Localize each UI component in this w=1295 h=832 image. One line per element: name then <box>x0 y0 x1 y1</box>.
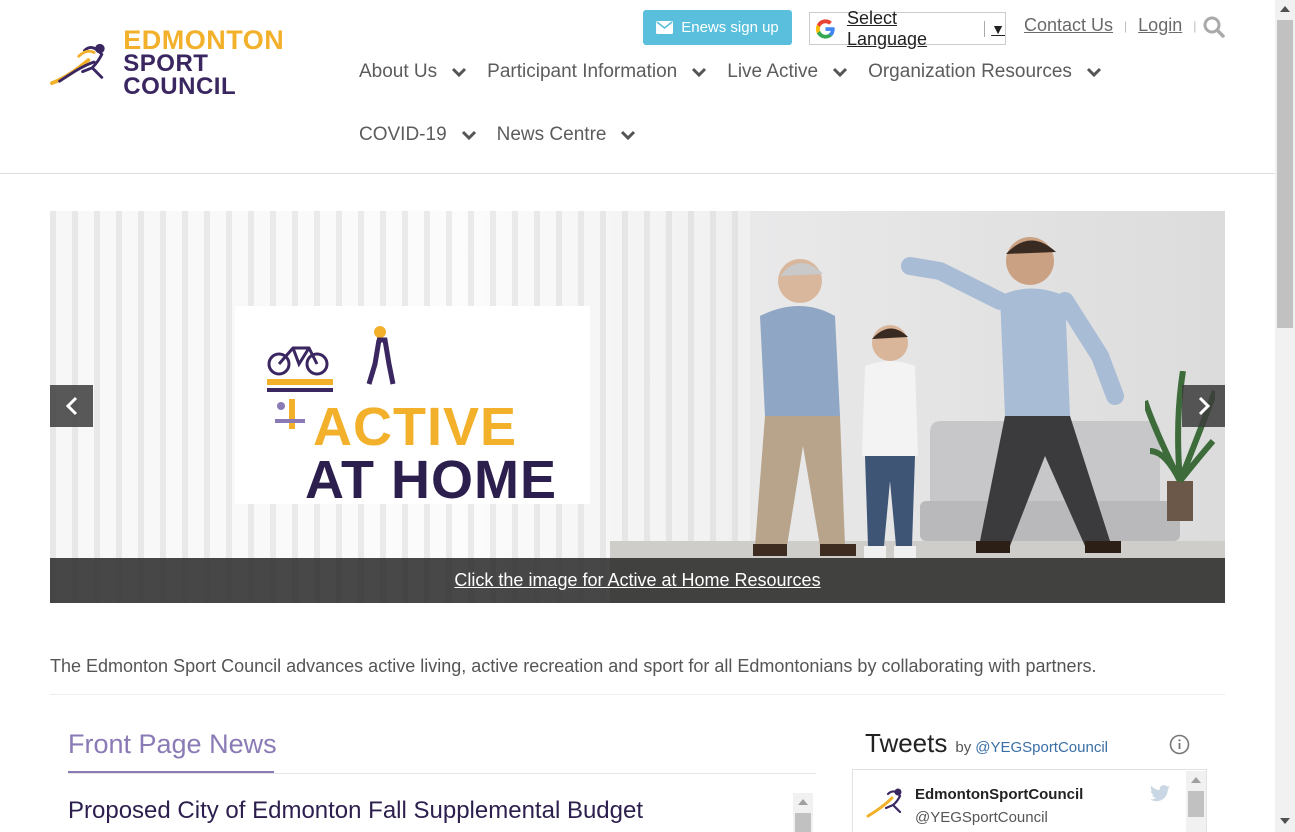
logo-line-edmonton: EDMONTON <box>123 24 285 55</box>
login-link[interactable]: Login <box>1138 15 1182 36</box>
tweet-scrollbar[interactable] <box>1186 771 1206 832</box>
main-nav-row-2: COVID-19 News Centre <box>359 124 656 146</box>
scroll-up-icon[interactable] <box>798 799 808 805</box>
tweets-title: Tweets <box>865 728 948 758</box>
scroll-up-icon[interactable] <box>1280 6 1290 12</box>
divider <box>50 694 1225 695</box>
utility-links: Contact Us | Login | <box>1024 15 1207 36</box>
scrollbar-thumb[interactable] <box>795 813 811 832</box>
nav-label: COVID-19 <box>359 124 447 145</box>
logo-line-sport-council: SPORT COUNCIL <box>123 49 237 100</box>
active-at-home-promo: ACTIVE AT HOME <box>235 306 590 510</box>
tweets-header: Tweets by @YEGSportCouncil <box>865 728 1108 759</box>
news-scrollbar[interactable] <box>793 793 813 832</box>
chevron-down-icon <box>621 130 636 140</box>
hero-slider[interactable]: ACTIVE AT HOME Click the image for Activ… <box>50 211 1225 603</box>
page-scrollbar[interactable] <box>1275 0 1295 832</box>
main-nav-row-1: About Us Participant Information Live Ac… <box>359 61 1122 83</box>
site-logo[interactable]: EDMONTON SPORT COUNCIL <box>50 26 320 98</box>
link-separator: | <box>1124 18 1128 33</box>
google-icon <box>815 18 835 39</box>
tweets-handle-link[interactable]: @YEGSportCouncil <box>975 739 1108 756</box>
nav-item-covid-19[interactable]: COVID-19 <box>359 124 477 146</box>
envelope-icon <box>656 21 674 34</box>
site-header: EDMONTON SPORT COUNCIL Enews sign up Sel… <box>0 0 1275 174</box>
logo-wordmark: EDMONTON SPORT COUNCIL <box>123 24 320 100</box>
chevron-down-icon <box>461 130 476 140</box>
front-page-news-heading: Front Page News <box>68 729 277 759</box>
chevron-down-icon <box>1086 67 1101 77</box>
nav-label: Organization Resources <box>868 61 1072 82</box>
nav-label: Live Active <box>727 61 819 82</box>
language-select[interactable]: Select Language ▼ <box>809 8 1006 49</box>
scrollbar-thumb[interactable] <box>1277 20 1293 328</box>
tweets-by-label: by <box>955 739 972 756</box>
avatar <box>866 788 902 818</box>
dropdown-arrow-icon: ▼ <box>984 20 1005 37</box>
nav-item-about-us[interactable]: About Us <box>359 61 467 83</box>
slider-next-button[interactable] <box>1182 385 1225 427</box>
runner-logo-icon <box>50 43 105 86</box>
slide-caption-link[interactable]: Click the image for Active at Home Resou… <box>454 570 820 591</box>
nav-item-news-centre[interactable]: News Centre <box>497 124 637 146</box>
slide-caption-bar: Click the image for Active at Home Resou… <box>50 558 1225 603</box>
father-image <box>901 237 1124 553</box>
promo-title-at-home: AT HOME <box>305 450 557 510</box>
link-separator: | <box>1193 18 1197 33</box>
chevron-down-icon <box>692 67 707 77</box>
nav-label: News Centre <box>496 124 607 145</box>
scroll-down-icon[interactable] <box>1280 818 1290 824</box>
news-article-title[interactable]: Proposed City of Edmonton Fall Supplemen… <box>68 795 778 832</box>
divider <box>68 773 816 774</box>
enews-label: Enews sign up <box>681 19 779 36</box>
chevron-right-icon <box>1198 396 1210 416</box>
chevron-down-icon <box>833 67 848 77</box>
scrollbar-thumb[interactable] <box>1188 791 1204 817</box>
info-icon[interactable] <box>1169 734 1190 755</box>
scroll-up-icon[interactable] <box>1191 777 1201 783</box>
search-icon[interactable] <box>1203 16 1225 38</box>
chevron-down-icon <box>452 67 467 77</box>
enews-signup-button[interactable]: Enews sign up <box>643 10 792 45</box>
nav-label: About Us <box>359 61 438 82</box>
nav-item-participant-information[interactable]: Participant Information <box>487 61 707 83</box>
tweet-author-handle[interactable]: @YEGSportCouncil <box>915 809 1048 826</box>
nav-label: Participant Information <box>487 61 678 82</box>
language-label: Select Language <box>846 7 928 49</box>
chevron-left-icon <box>65 396 77 416</box>
nav-item-organization-resources[interactable]: Organization Resources <box>868 61 1102 83</box>
twitter-bird-icon[interactable] <box>1149 785 1171 803</box>
nav-item-live-active[interactable]: Live Active <box>727 61 848 83</box>
contact-us-link[interactable]: Contact Us <box>1024 15 1113 36</box>
intro-text: The Edmonton Sport Council advances acti… <box>50 656 1097 676</box>
tweet-author-name[interactable]: EdmontonSportCouncil <box>915 786 1083 803</box>
slider-prev-button[interactable] <box>50 385 93 427</box>
